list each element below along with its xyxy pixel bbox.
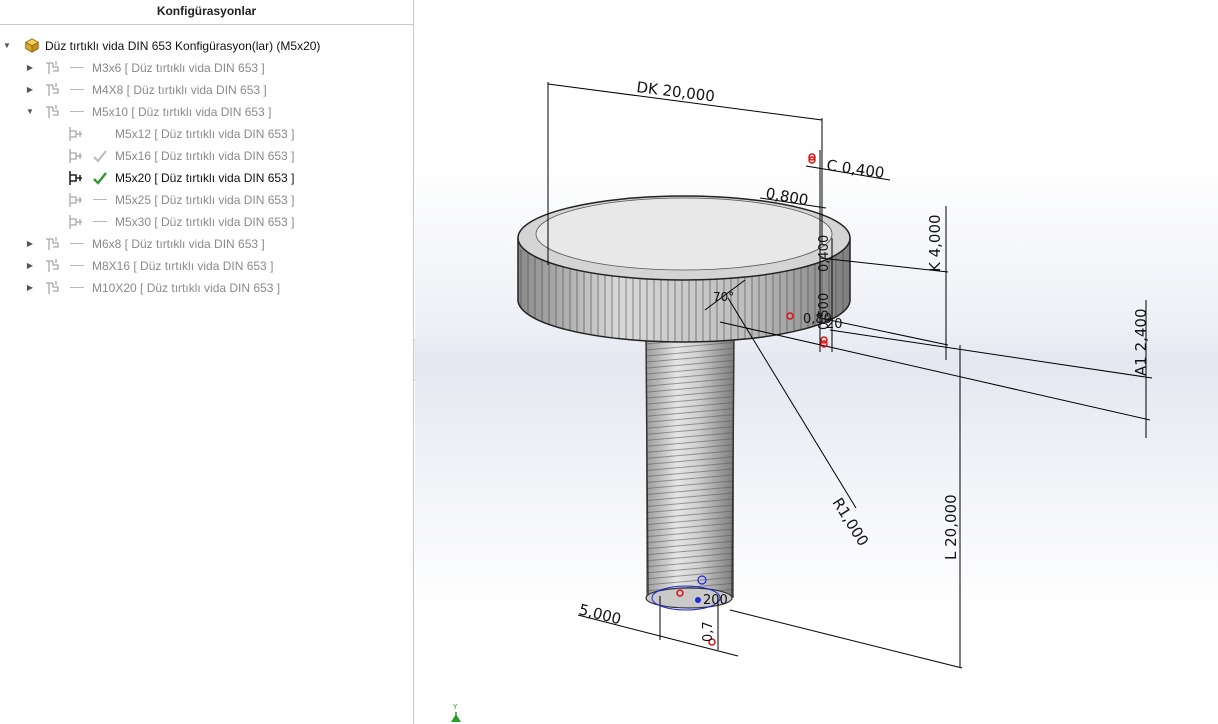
config-item-label: M5x25 [ Düz tırtıklı vida DIN 653 ] bbox=[115, 193, 295, 207]
config-item-label: M5x10 [ Düz tırtıklı vida DIN 653 ] bbox=[92, 105, 272, 119]
configuration-icon bbox=[69, 149, 82, 163]
collapse-icon[interactable]: ▼ bbox=[25, 101, 35, 123]
config-item-label: M8X16 [ Düz tırtıklı vida DIN 653 ] bbox=[92, 259, 274, 273]
dim-edge[interactable]: 0,80 bbox=[803, 312, 832, 327]
config-item-label: M4X8 [ Düz tırtıklı vida DIN 653 ] bbox=[92, 83, 267, 97]
graphics-viewport[interactable]: DK 20,000 C 0,400 0,800 K 4,000 A1 2,400… bbox=[415, 0, 1218, 724]
expand-icon[interactable]: ▶ bbox=[25, 233, 35, 255]
config-item-m5x30[interactable]: M5x30 [ Düz tırtıklı vida DIN 653 ] bbox=[0, 211, 412, 233]
tree-root-row[interactable]: ▼ Düz tırtıklı vida DIN 653 Konfigürasyo… bbox=[0, 35, 412, 57]
inactive-dash-icon bbox=[70, 287, 84, 288]
dim-radius[interactable]: R1,000 bbox=[829, 495, 873, 550]
config-item-m10x20[interactable]: ▶ M10X20 [ Düz tırtıklı vida DIN 653 ] bbox=[0, 277, 412, 299]
config-item-label: M10X20 [ Düz tırtıklı vida DIN 653 ] bbox=[92, 281, 281, 295]
inactive-dash-icon bbox=[70, 89, 84, 90]
configuration-icon bbox=[46, 259, 59, 272]
configuration-icon bbox=[69, 215, 82, 229]
dim-k[interactable]: K 4,000 bbox=[926, 214, 944, 272]
config-item-label: M5x30 [ Düz tırtıklı vida DIN 653 ] bbox=[115, 215, 295, 229]
config-item-m5x20-active[interactable]: M5x20 [ Düz tırtıklı vida DIN 653 ] bbox=[0, 167, 412, 189]
config-item-m8x16[interactable]: ▶ M8X16 [ Düz tırtıklı vida DIN 653 ] bbox=[0, 255, 412, 277]
part-configurations-icon bbox=[24, 38, 40, 53]
configuration-icon bbox=[46, 281, 59, 294]
dim-diameter[interactable]: 5,000 bbox=[577, 600, 623, 628]
inactive-dash-icon bbox=[70, 265, 84, 266]
panel-title: Konfigürasyonlar bbox=[0, 0, 413, 25]
configuration-icon bbox=[69, 193, 82, 207]
config-item-m6x8[interactable]: ▶ M6x8 [ Düz tırtıklı vida DIN 653 ] bbox=[0, 233, 412, 255]
expand-icon[interactable]: ▶ bbox=[25, 79, 35, 101]
inactive-dash-icon bbox=[70, 67, 84, 68]
tree-root-label: Düz tırtıklı vida DIN 653 Konfigürasyon(… bbox=[45, 39, 321, 53]
configuration-icon bbox=[46, 61, 59, 74]
configuration-icon bbox=[46, 83, 59, 96]
active-check-icon bbox=[93, 172, 107, 185]
screw-head bbox=[517, 195, 851, 343]
expand-icon[interactable]: ▶ bbox=[25, 57, 35, 79]
config-item-label: M5x20 [ Düz tırtıklı vida DIN 653 ] bbox=[115, 171, 295, 185]
config-item-label: M5x16 [ Düz tırtıklı vida DIN 653 ] bbox=[115, 149, 295, 163]
config-item-label: M5x12 [ Düz tırtıklı vida DIN 653 ] bbox=[115, 127, 295, 141]
configuration-icon bbox=[69, 127, 82, 141]
config-item-label: M3x6 [ Düz tırtıklı vida DIN 653 ] bbox=[92, 61, 265, 75]
inactive-dash-icon bbox=[70, 243, 84, 244]
dim-dk[interactable]: DK 20,000 bbox=[636, 78, 716, 105]
configuration-icon bbox=[46, 105, 59, 118]
dim-thread-pitch[interactable]: 200 bbox=[703, 593, 728, 608]
dim-c[interactable]: C 0,400 bbox=[825, 156, 885, 182]
config-item-label: M6x8 [ Düz tırtıklı vida DIN 653 ] bbox=[92, 237, 265, 251]
inactive-dash-icon bbox=[93, 221, 107, 222]
config-item-m5x25[interactable]: M5x25 [ Düz tırtıklı vida DIN 653 ] bbox=[0, 189, 412, 211]
config-item-m5x10[interactable]: ▼ M5x10 [ Düz tırtıklı vida DIN 653 ] bbox=[0, 101, 412, 123]
expand-icon[interactable]: ▶ bbox=[25, 277, 35, 299]
configuration-icon bbox=[69, 171, 82, 185]
dim-l[interactable]: L 20,000 bbox=[942, 494, 960, 560]
inactive-dash-icon bbox=[70, 111, 84, 112]
config-item-m4x8[interactable]: ▶ M4X8 [ Düz tırtıklı vida DIN 653 ] bbox=[0, 79, 412, 101]
dim-a1[interactable]: A1 2,400 bbox=[1132, 308, 1150, 376]
triad-y-label: Y bbox=[452, 703, 458, 711]
dim-angle[interactable]: 70° bbox=[713, 290, 734, 304]
dim-knurl-depth[interactable]: 0,400 bbox=[817, 235, 832, 272]
model-view: DK 20,000 C 0,400 0,800 K 4,000 A1 2,400… bbox=[451, 78, 1153, 722]
inactive-check-icon bbox=[93, 150, 107, 163]
screw-shank bbox=[645, 329, 735, 609]
config-item-m5x12[interactable]: M5x12 [ Düz tırtıklı vida DIN 653 ] bbox=[0, 123, 412, 145]
expand-icon[interactable]: ▶ bbox=[25, 255, 35, 277]
config-item-m3x6[interactable]: ▶ M3x6 [ Düz tırtıklı vida DIN 653 ] bbox=[0, 57, 412, 79]
dim-thread-depth[interactable]: 0,7 bbox=[701, 621, 716, 642]
config-item-m5x16[interactable]: M5x16 [ Düz tırtıklı vida DIN 653 ] bbox=[0, 145, 412, 167]
inactive-dash-icon bbox=[93, 199, 107, 200]
configuration-icon bbox=[46, 237, 59, 250]
configuration-manager-panel: Konfigürasyonlar ▼ Düz tırtıklı vida DIN… bbox=[0, 0, 414, 724]
view-triad: Y bbox=[451, 703, 461, 722]
collapse-icon[interactable]: ▼ bbox=[2, 35, 12, 57]
